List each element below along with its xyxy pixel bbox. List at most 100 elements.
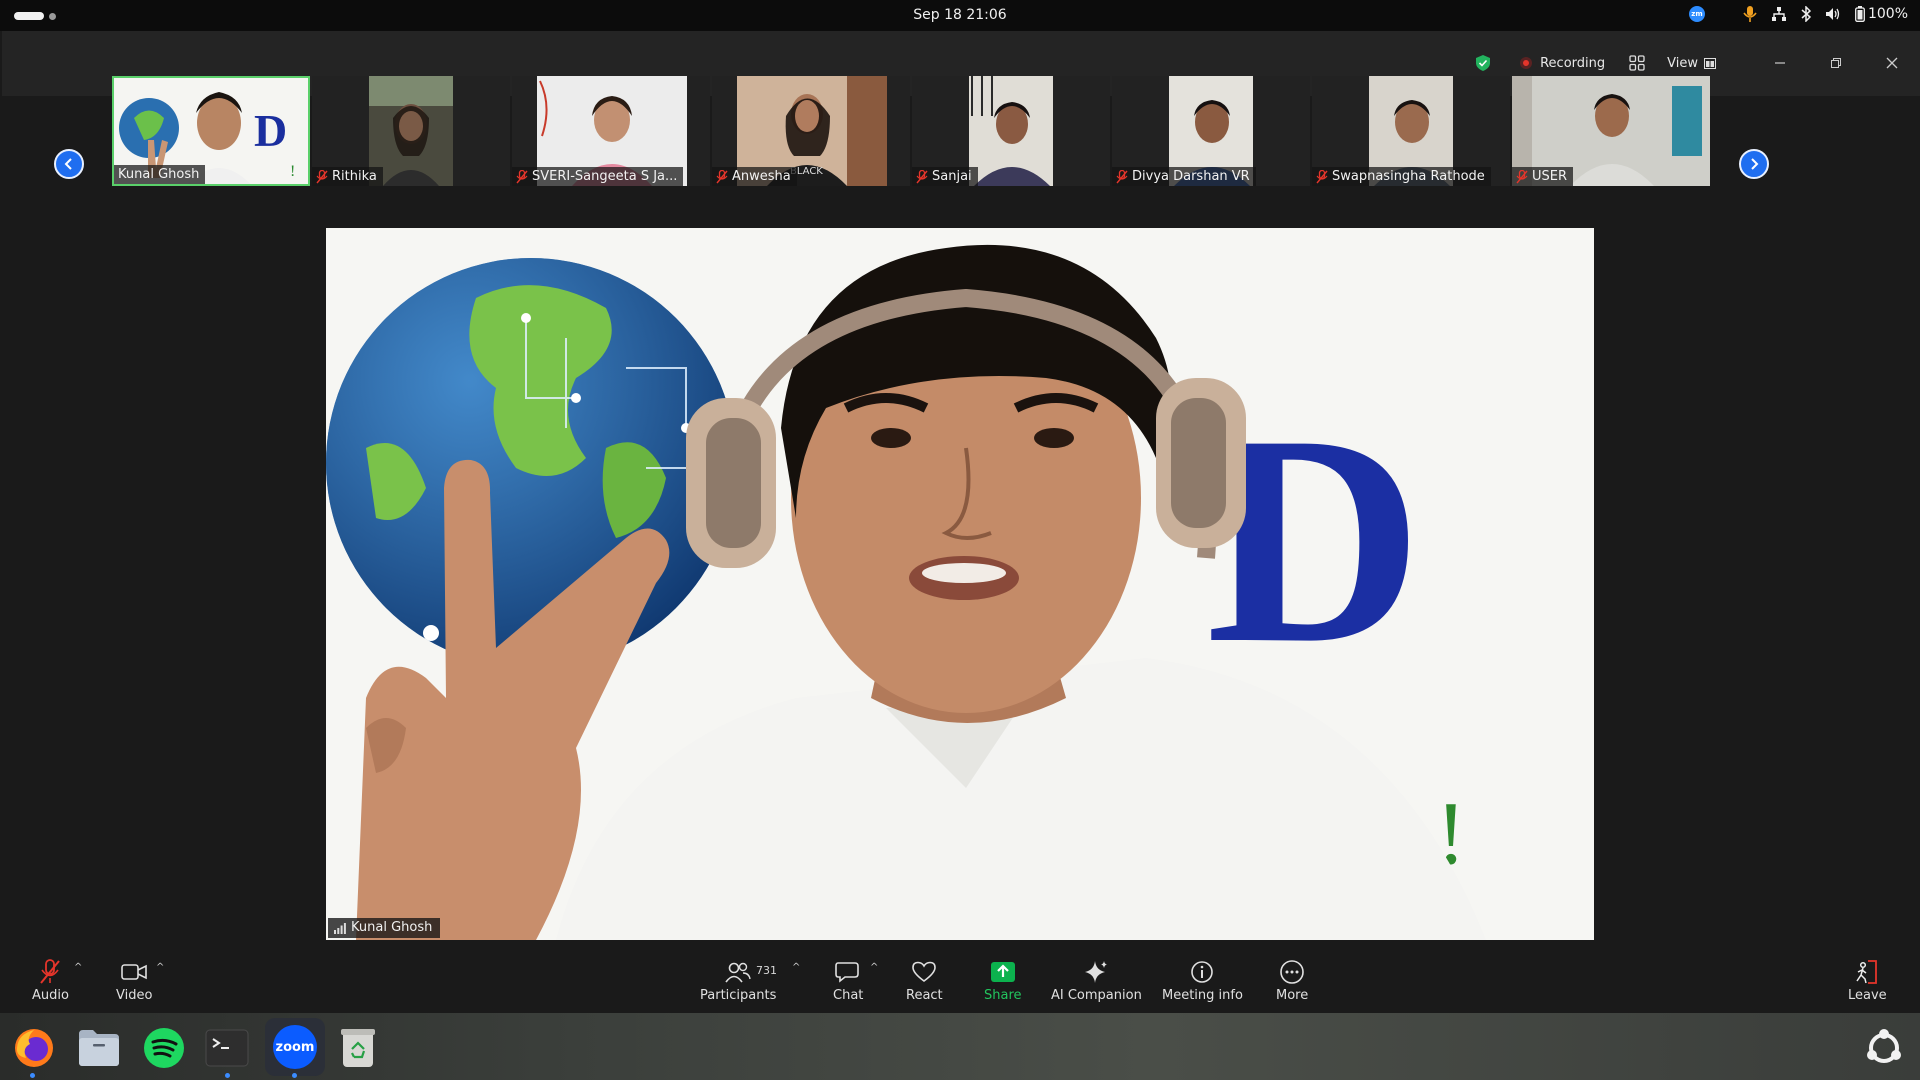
zoom-running-indicator [292, 1073, 297, 1078]
video-label: Video [116, 988, 153, 1003]
speaker-video-frame: D ! [326, 228, 1594, 940]
react-label: React [906, 988, 943, 1003]
network-icon [1771, 7, 1786, 21]
video-tile-kunal-ghosh[interactable]: D ! Kunal Ghosh [112, 76, 310, 186]
workspace-dot [49, 12, 56, 20]
video-tile-sanjai[interactable]: Sanjai [912, 76, 1110, 186]
participants-label: Participants [700, 988, 777, 1003]
active-speaker-video[interactable]: D ! Kunal Ghosh [326, 228, 1594, 940]
workspace-pill [14, 12, 44, 20]
maximize-icon [1831, 58, 1841, 68]
chat-button[interactable]: Chat [833, 958, 863, 1003]
activities-indicator[interactable] [14, 12, 56, 20]
participants-icon [725, 962, 751, 983]
video-button[interactable]: Video [116, 958, 152, 1003]
terminal-running-indicator [225, 1073, 230, 1078]
system-top-bar: Sep 18 21:06 zm 100% [0, 0, 1920, 31]
recording-dot-icon [1520, 57, 1533, 69]
muted-mic-icon [1116, 169, 1128, 183]
tile-name-label: Sanjai [912, 167, 978, 186]
recording-label: Recording [1540, 55, 1606, 71]
participants-count: 731 [756, 964, 777, 977]
system-tray[interactable]: zm 100% [1688, 6, 1908, 22]
volume-icon [1825, 8, 1840, 20]
tile-name-label: Swapnasingha Rathode [1312, 167, 1491, 186]
firefox-running-indicator [30, 1073, 35, 1078]
ai-companion-button[interactable]: AI Companion [1051, 958, 1142, 1003]
ai-companion-label: AI Companion [1051, 988, 1142, 1003]
chevron-left-icon [64, 158, 72, 170]
zoom-app-badge: zoom [273, 1025, 317, 1069]
react-button[interactable]: React [906, 958, 943, 1003]
zoom-icon[interactable]: zoom [265, 1018, 325, 1076]
trash-icon[interactable] [336, 1026, 380, 1070]
gallery-grid-icon[interactable] [1629, 55, 1645, 71]
chat-bubble-icon [835, 962, 859, 983]
tile-name-label: USER [1512, 167, 1574, 186]
battery-icon [1855, 6, 1865, 22]
leave-label: Leave [1848, 988, 1887, 1003]
tile-name-label: SVERI-Sangeeta S Ja... [512, 167, 684, 186]
participants-options-caret[interactable]: ^ [792, 962, 800, 973]
more-label: More [1276, 988, 1309, 1003]
muted-mic-icon [916, 169, 928, 183]
bluetooth-icon [1801, 6, 1811, 22]
meeting-toolbar: Audio ^ Video ^ Participants 731 ^ Chat … [0, 946, 1920, 1012]
recording-indicator[interactable]: Recording [1520, 56, 1605, 71]
svg-text:!: ! [290, 163, 295, 180]
audio-label: Audio [32, 988, 69, 1003]
video-tile-anwesha[interactable]: BLACK Anwesha [712, 76, 910, 186]
show-apps-icon[interactable] [1862, 1026, 1906, 1070]
audio-options-caret[interactable]: ^ [74, 962, 82, 973]
leave-door-icon [1856, 960, 1878, 984]
clock[interactable]: Sep 18 21:06 [913, 7, 1006, 23]
more-dots-icon [1280, 960, 1304, 984]
view-label: View [1667, 55, 1698, 71]
share-button[interactable]: Share [984, 958, 1022, 1003]
share-screen-icon [990, 962, 1015, 982]
zoom-tray-icon[interactable]: zm [1688, 6, 1705, 22]
info-icon [1191, 961, 1214, 983]
video-camera-icon [121, 964, 148, 980]
video-tile-divya-darshan-vr[interactable]: Divya Darshan VR [1112, 76, 1310, 186]
svg-text:D: D [254, 105, 287, 156]
muted-mic-icon [1316, 169, 1328, 183]
tile-name-label: Kunal Ghosh [114, 165, 206, 184]
video-tile-sveri-sangeeta[interactable]: SVERI-Sangeeta S Ja... [512, 76, 710, 186]
meeting-info-label: Meeting info [1162, 988, 1243, 1003]
video-tile-rithika[interactable]: Rithika [312, 76, 510, 186]
leave-button[interactable]: Leave [1848, 958, 1887, 1003]
video-tile-user[interactable]: USER [1512, 76, 1710, 186]
minimize-button[interactable] [1752, 51, 1808, 75]
gallery-next-button[interactable] [1739, 149, 1769, 179]
battery-percent: 100% [1867, 6, 1908, 22]
terminal-icon[interactable] [205, 1026, 249, 1070]
chat-label: Chat [833, 988, 864, 1003]
firefox-icon[interactable] [12, 1026, 56, 1070]
audio-button[interactable]: Audio [32, 958, 69, 1003]
chevron-right-icon [1751, 158, 1759, 170]
close-icon [1886, 57, 1898, 69]
spotify-icon[interactable] [142, 1026, 186, 1070]
view-layout-icon [1704, 57, 1716, 69]
heart-icon [912, 961, 937, 982]
muted-mic-icon [1516, 169, 1528, 183]
encryption-shield-icon[interactable] [1476, 55, 1491, 71]
tile-name-label: Divya Darshan VR [1112, 167, 1256, 186]
muted-mic-icon [516, 169, 528, 183]
meeting-info-button[interactable]: Meeting info [1162, 958, 1243, 1003]
muted-mic-icon [316, 169, 328, 183]
tile-name-label: Rithika [312, 167, 383, 186]
files-icon[interactable] [77, 1026, 121, 1070]
video-tile-swapnasingha-rathode[interactable]: Swapnasingha Rathode [1312, 76, 1510, 186]
video-options-caret[interactable]: ^ [156, 962, 164, 973]
maximize-button[interactable] [1808, 51, 1864, 75]
more-button[interactable]: More [1276, 958, 1308, 1003]
view-button[interactable]: View [1667, 56, 1716, 71]
desktop-dock: zoom [0, 1013, 1920, 1080]
close-button[interactable] [1864, 51, 1920, 75]
sparkle-icon [1085, 961, 1108, 983]
chat-options-caret[interactable]: ^ [870, 962, 878, 973]
share-label: Share [984, 988, 1022, 1003]
gallery-prev-button[interactable] [54, 149, 84, 179]
